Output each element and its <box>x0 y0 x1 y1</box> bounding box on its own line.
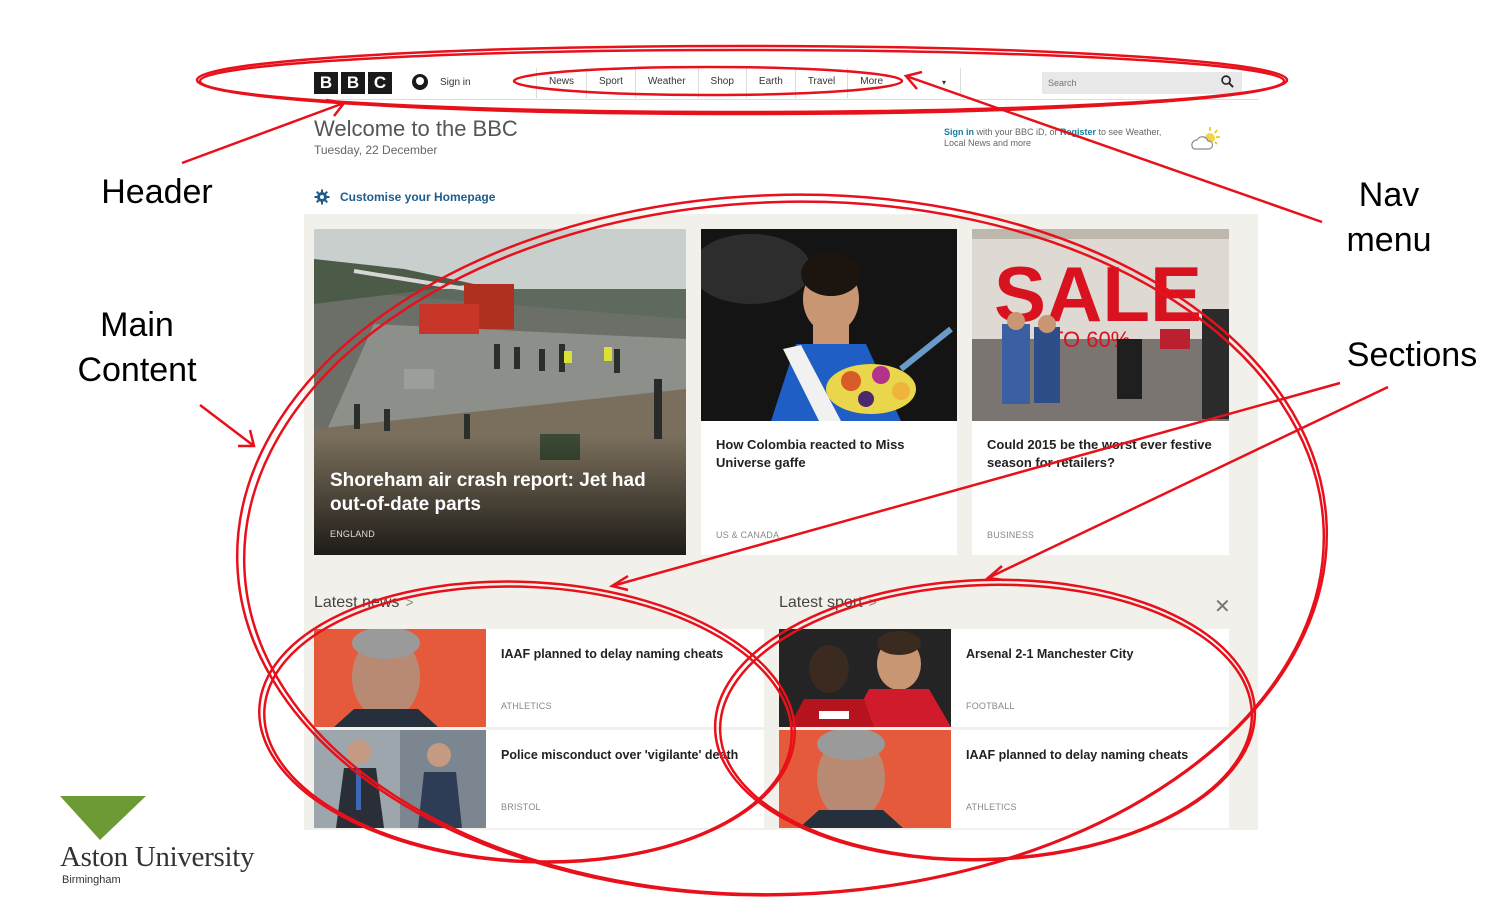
annotation-text: Main <box>100 306 174 344</box>
nav-item-travel[interactable]: Travel <box>796 68 849 98</box>
nav-item-more[interactable]: More <box>848 68 895 98</box>
promo-text: with your BBC iD, or <box>974 127 1061 137</box>
list-item[interactable]: IAAF planned to delay naming cheats ATHL… <box>314 629 764 727</box>
user-icon <box>412 74 428 90</box>
search-icon[interactable] <box>1221 75 1234 88</box>
annotation-sections: Sections <box>1346 336 1478 374</box>
logo-city: Birmingham <box>62 874 121 886</box>
logo-name: Aston University <box>60 841 255 873</box>
story-tag[interactable]: BUSINESS <box>987 530 1034 540</box>
aston-university-logo: Aston University Birmingham <box>60 794 254 886</box>
annotation-text: menu <box>1346 221 1432 259</box>
annotation-text: Nav <box>1358 176 1420 214</box>
section-title: Latest news <box>314 594 400 611</box>
story-tag[interactable]: ATHLETICS <box>501 701 552 711</box>
search-box <box>1042 72 1242 94</box>
story-headline: IAAF planned to delay naming cheats <box>966 748 1189 762</box>
nav-divider <box>960 68 961 96</box>
list-item[interactable]: Police misconduct over 'vigilante' death… <box>314 730 764 828</box>
story-tag[interactable]: FOOTBALL <box>966 701 1015 711</box>
portrait-image <box>779 730 951 828</box>
bbc-header: B B C Sign in News Sport Weather Shop Ea… <box>314 66 1258 100</box>
section-title: Latest sport <box>779 594 863 611</box>
annotation-nav-menu: Nav menu <box>1330 173 1448 263</box>
welcome-block: Welcome to the BBC Tuesday, 22 December <box>314 116 518 157</box>
footballers-image <box>779 629 951 727</box>
list-item[interactable]: Arsenal 2-1 Manchester City FOOTBALL <box>779 629 1229 727</box>
story-tag[interactable]: ENGLAND <box>330 529 375 539</box>
slide: B B C Sign in News Sport Weather Shop Ea… <box>0 0 1504 899</box>
bbc-logo[interactable]: B B C <box>314 72 392 94</box>
story-tag[interactable]: US & CANADA <box>716 530 779 540</box>
story-headline: Arsenal 2-1 Manchester City <box>966 647 1134 661</box>
nav-item-weather[interactable]: Weather <box>636 68 699 98</box>
logo-letter: B <box>314 72 338 94</box>
logo-letter: C <box>368 72 392 94</box>
annotation-main-content: Main Content <box>60 303 214 393</box>
signin-promo: Sign in with your BBC iD, or Register to… <box>944 127 1164 149</box>
miss-universe-image <box>701 229 957 421</box>
nav-menu: News Sport Weather Shop Earth Travel Mor… <box>536 68 895 98</box>
chevron-right-icon: > <box>405 594 414 610</box>
signin-link[interactable]: Sign in <box>412 74 471 90</box>
police-officers-image <box>314 730 486 828</box>
latest-news-heading[interactable]: Latest news > <box>314 594 414 612</box>
nav-item-news[interactable]: News <box>537 68 588 98</box>
promo-register-link[interactable]: Register <box>1060 127 1096 137</box>
story-headline[interactable]: How Colombia reacted to Miss Universe ga… <box>716 436 942 472</box>
weather-icon[interactable] <box>1188 124 1222 154</box>
nav-item-shop[interactable]: Shop <box>699 68 747 98</box>
story-headline[interactable]: Could 2015 be the worst ever festive sea… <box>987 436 1213 472</box>
signin-label: Sign in <box>440 76 471 88</box>
chevron-right-icon: > <box>868 594 877 610</box>
story-headline[interactable]: Shoreham air crash report: Jet had out-o… <box>330 469 670 517</box>
customise-label: Customise your Homepage <box>340 190 496 204</box>
date-label: Tuesday, 22 December <box>314 143 438 157</box>
chevron-down-icon[interactable]: ▾ <box>942 78 946 87</box>
story-card[interactable]: SALE TO 60% Could 2015 be the worst ever… <box>972 229 1229 555</box>
portrait-image <box>314 629 486 727</box>
nav-item-sport[interactable]: Sport <box>587 68 636 98</box>
promo-signin-link[interactable]: Sign in <box>944 127 974 137</box>
annotation-header: Header <box>101 173 213 211</box>
story-tag[interactable]: ATHLETICS <box>966 802 1017 812</box>
customise-homepage-link[interactable]: Customise your Homepage <box>314 189 495 205</box>
list-item[interactable]: IAAF planned to delay naming cheats ATHL… <box>779 730 1229 828</box>
story-headline: IAAF planned to delay naming cheats <box>501 647 724 661</box>
story-tag[interactable]: BRISTOL <box>501 802 541 812</box>
aston-triangle-icon <box>60 796 146 840</box>
story-card[interactable]: How Colombia reacted to Miss Universe ga… <box>701 229 957 555</box>
feature-story-card[interactable]: Shoreham air crash report: Jet had out-o… <box>314 229 686 555</box>
logo-letter: B <box>341 72 365 94</box>
story-headline: Police misconduct over 'vigilante' death <box>501 748 739 762</box>
annotation-text: Content <box>77 351 197 389</box>
nav-item-earth[interactable]: Earth <box>747 68 796 98</box>
page-title: Welcome to the BBC <box>314 116 518 141</box>
close-icon[interactable]: ✕ <box>1214 597 1231 617</box>
latest-sport-heading[interactable]: Latest sport > <box>779 594 877 612</box>
gear-icon <box>314 189 330 205</box>
sale-window-image: SALE TO 60% <box>972 229 1229 421</box>
search-input[interactable] <box>1042 72 1212 94</box>
